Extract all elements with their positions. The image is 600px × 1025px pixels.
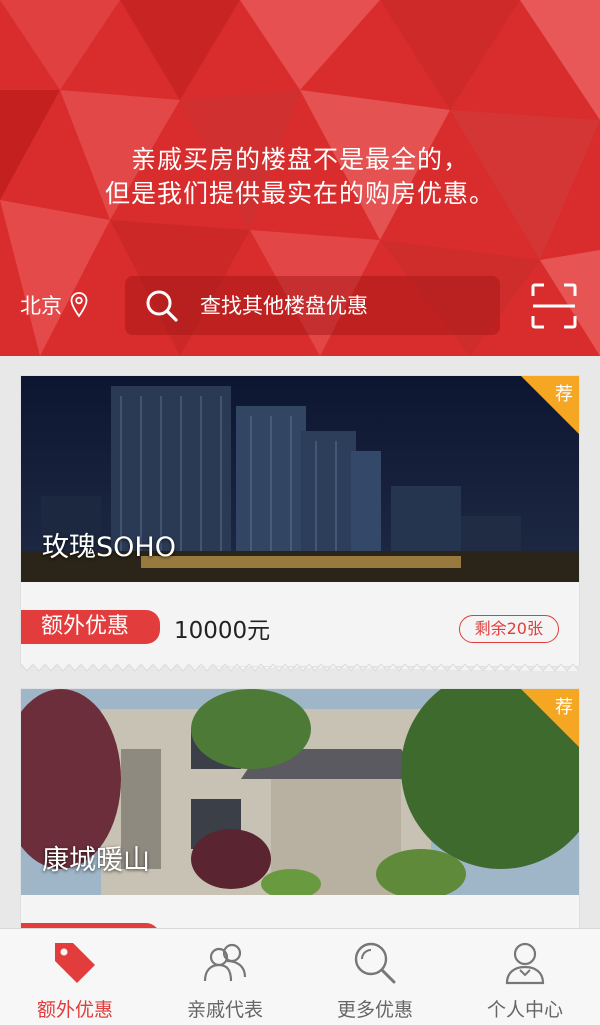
property-photo: 荐 康城暖山 bbox=[21, 689, 579, 895]
search-icon bbox=[146, 290, 178, 322]
tab-extra-discount[interactable]: 额外优惠 bbox=[0, 929, 150, 1025]
header-banner: 亲戚买房的楼盘不是最全的， 但是我们提供最实在的购房优惠。 北京 bbox=[0, 0, 600, 356]
scan-icon[interactable] bbox=[530, 282, 578, 330]
bottom-tab-bar: 额外优惠 亲戚代表 更多优惠 个人中心 bbox=[0, 928, 600, 1025]
tab-personal-center[interactable]: 个人中心 bbox=[450, 929, 600, 1025]
tab-more-discounts[interactable]: 更多优惠 bbox=[300, 929, 450, 1025]
ticket-edge bbox=[21, 664, 579, 672]
search-input[interactable] bbox=[200, 293, 460, 318]
people-icon bbox=[203, 943, 247, 982]
recommend-label: 荐 bbox=[555, 384, 573, 405]
tab-label: 更多优惠 bbox=[336, 999, 413, 1021]
tab-label: 个人中心 bbox=[486, 999, 563, 1021]
discount-amount: 10000元 bbox=[174, 618, 271, 644]
slogan-line-2: 但是我们提供最实在的购房优惠。 bbox=[104, 179, 495, 208]
recommend-label: 荐 bbox=[555, 697, 573, 718]
property-title: 玫瑰SOHO bbox=[42, 532, 176, 563]
city-label: 北京 bbox=[20, 294, 62, 318]
location-pin-icon bbox=[70, 292, 88, 318]
tag-icon bbox=[55, 943, 95, 983]
search-box[interactable] bbox=[125, 276, 500, 335]
slogan-line-1: 亲戚买房的楼盘不是最全的， bbox=[130, 145, 469, 174]
property-title: 康城暖山 bbox=[42, 845, 150, 876]
remaining-coupons: 剩余20张 bbox=[458, 615, 559, 643]
search-icon bbox=[354, 942, 396, 984]
property-card[interactable]: 荐 玫瑰SOHO 额外优惠 10000元 剩余20张 bbox=[20, 375, 580, 672]
user-icon bbox=[505, 942, 545, 985]
property-photo: 荐 玫瑰SOHO bbox=[21, 376, 579, 582]
discount-info: 额外优惠 10000元 剩余20张 bbox=[21, 582, 579, 672]
search-row: 北京 bbox=[0, 276, 600, 336]
city-selector[interactable]: 北京 bbox=[20, 290, 88, 320]
slogan: 亲戚买房的楼盘不是最全的， 但是我们提供最实在的购房优惠。 bbox=[0, 143, 600, 211]
tab-label: 亲戚代表 bbox=[186, 999, 263, 1021]
tab-label: 额外优惠 bbox=[36, 999, 113, 1021]
extra-discount-badge: 额外优惠 bbox=[21, 610, 160, 644]
tab-relatives[interactable]: 亲戚代表 bbox=[150, 929, 300, 1025]
